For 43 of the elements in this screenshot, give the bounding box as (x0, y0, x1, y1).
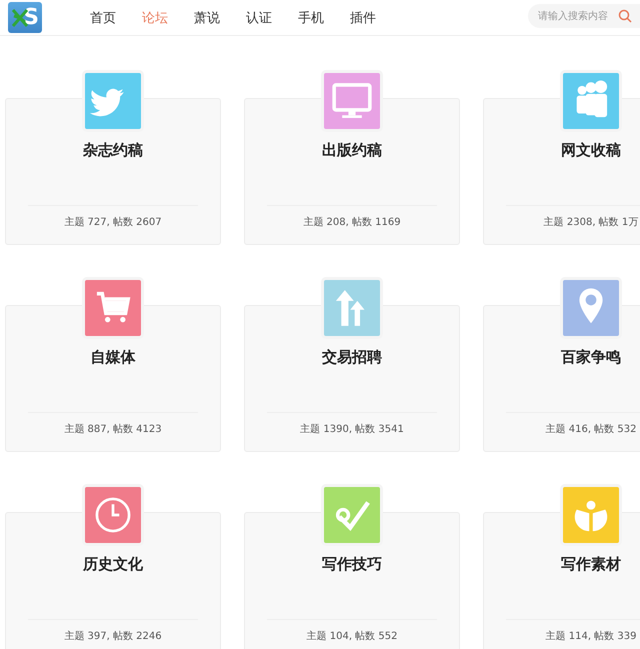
forum-icon-tile[interactable] (321, 70, 383, 132)
search-field[interactable]: 请输入搜索内容 (528, 4, 640, 28)
forum-icon-tile[interactable] (321, 277, 383, 339)
nav-link[interactable]: 首页 (90, 8, 116, 26)
forum-title[interactable]: 历史文化 (83, 555, 143, 574)
forum-title[interactable]: 出版约稿 (322, 141, 382, 160)
nav-link[interactable]: 手机 (298, 8, 324, 26)
forum-card[interactable]: 网文收稿 主题 2308, 帖数 1万 (483, 98, 640, 245)
nav-link[interactable]: 插件 (350, 8, 376, 26)
forum-title[interactable]: 写作素材 (561, 555, 621, 574)
forum-stats: 主题 727, 帖数 2607 (64, 216, 162, 229)
forum-stats: 主题 2308, 帖数 1万 (544, 216, 638, 229)
forum-card[interactable]: 历史文化 主题 397, 帖数 2246 (5, 512, 221, 649)
nav-link[interactable]: 认证 (246, 8, 272, 26)
forum-card[interactable]: 写作技巧 主题 104, 帖数 552 (244, 512, 460, 649)
forum-icon-tile[interactable] (560, 484, 622, 546)
forum-card[interactable]: 出版约稿 主题 208, 帖数 1169 (244, 98, 460, 245)
forum-stats: 主题 397, 帖数 2246 (64, 630, 162, 643)
forum-title[interactable]: 自媒体 (90, 348, 136, 367)
forum-icon-tile[interactable] (82, 70, 144, 132)
forum-icon-tile[interactable] (560, 277, 622, 339)
forum-card[interactable]: 百家争鸣 主题 416, 帖数 532 (483, 305, 640, 452)
forum-title[interactable]: 杂志约稿 (83, 141, 143, 160)
forum-card[interactable]: 自媒体 主题 887, 帖数 4123 (5, 305, 221, 452)
forum-title[interactable]: 交易招聘 (322, 348, 382, 367)
forum-icon-tile[interactable] (82, 277, 144, 339)
forum-stats: 主题 887, 帖数 4123 (64, 422, 162, 436)
forum-stats: 主题 208, 帖数 1169 (303, 216, 401, 229)
forum-stats: 主题 104, 帖数 552 (306, 630, 398, 643)
forum-title[interactable]: 网文收稿 (561, 141, 621, 160)
forum-card[interactable]: 杂志约稿 主题 727, 帖数 2607 (5, 98, 221, 245)
forum-icon-tile[interactable] (560, 70, 622, 132)
forum-title[interactable]: 写作技巧 (322, 555, 382, 574)
forum-stats: 主题 1390, 帖数 3541 (300, 422, 404, 436)
forum-icon-tile[interactable] (321, 484, 383, 546)
forum-stats: 主题 416, 帖数 532 (546, 422, 636, 436)
forum-card[interactable]: 交易招聘 主题 1390, 帖数 3541 (244, 305, 460, 452)
search-icon[interactable] (618, 9, 632, 23)
forum-card[interactable]: 写作素材 主题 114, 帖数 339 (483, 512, 640, 649)
forum-title[interactable]: 百家争鸣 (561, 348, 621, 367)
nav-link[interactable]: 萧说 (194, 8, 220, 26)
forum-stats: 主题 114, 帖数 339 (546, 630, 636, 643)
forum-icon-tile[interactable] (82, 484, 144, 546)
